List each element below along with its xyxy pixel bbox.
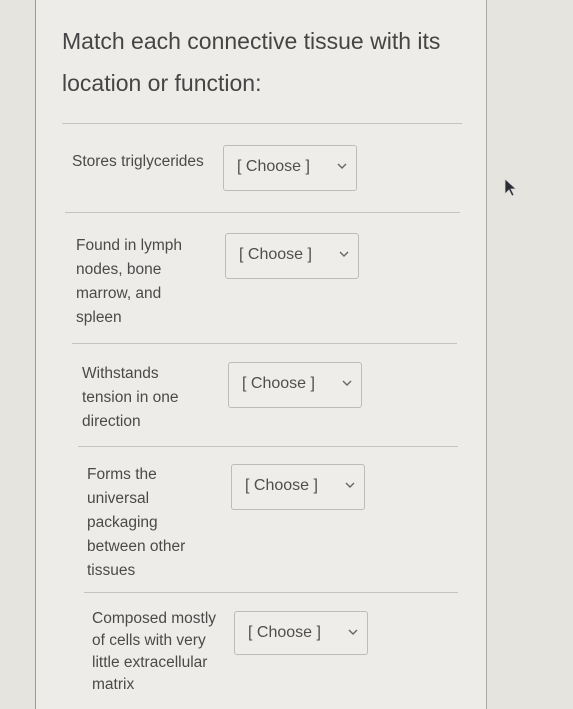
mouse-pointer-icon xyxy=(504,178,518,197)
divider xyxy=(72,343,457,344)
chevron-down-icon xyxy=(348,629,358,635)
answer-select-1[interactable]: [ Choose ] xyxy=(223,145,357,191)
answer-select-5[interactable]: [ Choose ] xyxy=(234,611,368,655)
divider xyxy=(62,123,462,124)
chevron-down-icon xyxy=(337,163,347,169)
prompt-composed-of-cells: Composed mostly of cells with very littl… xyxy=(92,610,217,693)
prompt-stores-triglycerides: Stores triglycerides xyxy=(72,153,204,170)
select-value: [ Choose ] xyxy=(239,246,312,263)
select-value: [ Choose ] xyxy=(237,158,310,175)
prompt-found-in-lymph: Found in lymph nodes, bone marrow, and s… xyxy=(76,237,182,326)
divider xyxy=(78,446,458,447)
chevron-down-icon xyxy=(339,251,349,257)
answer-select-2[interactable]: [ Choose ] xyxy=(225,233,359,279)
chevron-down-icon xyxy=(342,380,352,386)
answer-select-4[interactable]: [ Choose ] xyxy=(231,464,365,510)
prompt-universal-packaging: Forms the universal packaging between ot… xyxy=(87,466,186,579)
prompt-withstands-tension: Withstands tension in one direction xyxy=(82,365,179,430)
select-value: [ Choose ] xyxy=(242,375,315,392)
divider xyxy=(65,212,460,213)
chevron-down-icon xyxy=(345,482,355,488)
divider xyxy=(84,592,458,593)
question-panel xyxy=(35,0,487,709)
select-value: [ Choose ] xyxy=(248,624,321,641)
select-value: [ Choose ] xyxy=(245,477,318,494)
answer-select-3[interactable]: [ Choose ] xyxy=(228,362,362,408)
question-title: Match each connective tissue with its lo… xyxy=(62,28,441,96)
